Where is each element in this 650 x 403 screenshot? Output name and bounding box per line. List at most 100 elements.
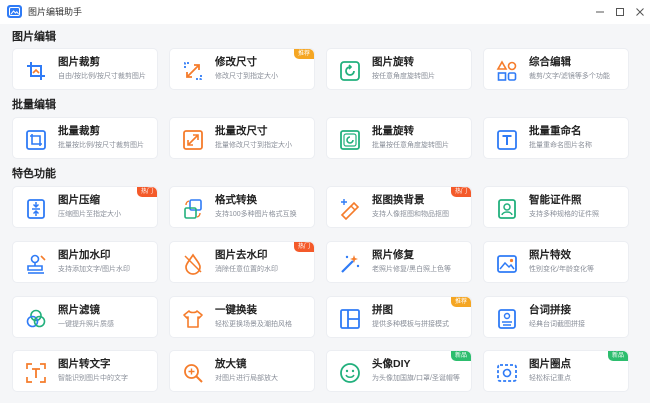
tool-card-description: 批量修改尺寸到指定大小: [215, 142, 292, 149]
tool-card-title: 照片特效: [529, 249, 571, 261]
tool-card[interactable]: 修改尺寸 修改尺寸到指定大小 推荐: [169, 48, 315, 90]
section-title-features: 特色功能: [12, 168, 56, 180]
tool-card-title: 图片加水印: [58, 249, 111, 261]
tool-card[interactable]: 图片去水印消除任意位置的水印 热门: [169, 241, 315, 283]
rename-icon: [496, 129, 518, 151]
stamp-icon: [25, 253, 47, 275]
tool-card-description: 一键提升照片质感: [58, 321, 114, 328]
tool-card-title: 批量裁剪: [58, 125, 100, 137]
tool-card-description: 经典台词截图拼接: [529, 321, 585, 328]
magic-wand-icon: [339, 253, 361, 275]
resize-icon: [182, 60, 204, 82]
tool-card-description: 支持人像抠图和物品抠图: [372, 211, 449, 218]
tool-card-description: 按任意角度旋转图片: [372, 73, 435, 80]
tool-card-title: 照片修复: [372, 249, 414, 261]
tool-card[interactable]: 一键换装轻松更换场景及潮拍风格: [169, 296, 315, 338]
shirt-icon: [182, 308, 204, 330]
convert-icon: [182, 198, 204, 220]
tool-card-badge: 推荐: [293, 49, 314, 59]
tool-card[interactable]: 照片修复老照片修复/黑白照上色等: [326, 241, 472, 283]
id-photo-icon: [496, 198, 518, 220]
tool-card-title: 头像DIY: [372, 358, 411, 370]
compress-icon: [25, 198, 47, 220]
close-button[interactable]: [632, 4, 648, 20]
tool-card-description: 轻松更换场景及潮拍风格: [215, 321, 292, 328]
collage-icon: [339, 308, 361, 330]
tool-card[interactable]: 格式转换 支持100多种图片格式互换: [169, 186, 315, 228]
cutout-icon: [339, 198, 361, 220]
tool-card-description: 对图片进行局部放大: [215, 375, 278, 382]
tool-card[interactable]: 图片裁剪 自由/按比例/按尺寸裁剪图片: [12, 48, 158, 90]
tool-card-title: 批量重命名: [529, 125, 582, 137]
tool-card[interactable]: 综合编辑裁剪/文字/滤镜等多个功能: [483, 48, 629, 90]
batch-rotate-icon: [339, 129, 361, 151]
tool-card-title: 一键换装: [215, 304, 257, 316]
tool-card[interactable]: 抠图换背景支持人像抠图和物品抠图 热门: [326, 186, 472, 228]
app-logo-icon: [7, 5, 22, 18]
tool-card-title: 抠图换背景: [372, 194, 425, 206]
tool-card-title: 台词拼接: [529, 304, 571, 316]
tool-card-title: 拼图: [372, 304, 393, 316]
batch-resize-icon: [182, 129, 204, 151]
tool-card[interactable]: 批量裁剪批量按比例/按尺寸裁剪图片: [12, 117, 158, 159]
tool-card-title: 图片去水印: [215, 249, 268, 261]
tool-card-badge: 热门: [136, 187, 157, 197]
tool-card-title: 智能证件照: [529, 194, 582, 206]
tool-card-title: 批量旋转: [372, 125, 414, 137]
tool-card-description: 修改尺寸到指定大小: [215, 73, 278, 80]
tool-card[interactable]: 照片滤镜一键提升照片质感: [12, 296, 158, 338]
tool-card-description: 消除任意位置的水印: [215, 266, 278, 273]
tool-card[interactable]: 图片旋转按任意角度旋转图片: [326, 48, 472, 90]
shapes-icon: [496, 60, 518, 82]
tool-card[interactable]: 智能证件照支持多种规格的证件照: [483, 186, 629, 228]
tool-card-description: 压缩图片至指定大小: [58, 211, 121, 218]
tool-card[interactable]: 头像DIY 为头像加国旗/口罩/圣诞帽等 新品: [326, 350, 472, 392]
tool-card-badge: 新品: [607, 351, 628, 361]
tool-card-description: 老照片修复/黑白照上色等: [372, 266, 451, 273]
tool-card[interactable]: 台词拼接经典台词截图拼接: [483, 296, 629, 338]
tool-card-title: 放大镜: [215, 358, 247, 370]
tool-card-description: 提供多种模板与拼接模式: [372, 321, 449, 328]
tool-card-badge: 推荐: [450, 297, 471, 307]
tool-card[interactable]: 图片加水印支持添加文字/图片水印: [12, 241, 158, 283]
tool-card[interactable]: 图片圈点轻松标记重点 新品: [483, 350, 629, 392]
section-title-image-edit: 图片编辑: [12, 31, 56, 43]
tool-card-title: 图片圈点: [529, 358, 571, 370]
tool-card-title: 图片旋转: [372, 56, 414, 68]
tool-card-description: 支持100多种图片格式互换: [215, 211, 297, 218]
tool-card[interactable]: 批量旋转批量按任意角度旋转图片: [326, 117, 472, 159]
crop-icon: [25, 60, 47, 82]
rotate-icon: [339, 60, 361, 82]
tool-card-description: 批量重命名图片名称: [529, 142, 592, 149]
ocr-icon: [25, 362, 47, 384]
tool-card[interactable]: 图片转文字 智能识别图片中的文字: [12, 350, 158, 392]
tool-card[interactable]: 批量重命名批量重命名图片名称: [483, 117, 629, 159]
tool-card-description: 轻松标记重点: [529, 375, 571, 382]
tool-card-description: 裁剪/文字/滤镜等多个功能: [529, 73, 610, 80]
batch-crop-icon: [25, 129, 47, 151]
tool-card[interactable]: 批量改尺寸批量修改尺寸到指定大小: [169, 117, 315, 159]
tool-card-description: 支持添加文字/图片水印: [58, 266, 130, 273]
tool-card-description: 支持多种规格的证件照: [529, 211, 599, 218]
tool-card[interactable]: 拼图提供多种模板与拼接模式 推荐: [326, 296, 472, 338]
tool-card[interactable]: 放大镜对图片进行局部放大: [169, 350, 315, 392]
window-title: 图片编辑助手: [28, 7, 83, 17]
tool-card-badge: 新品: [450, 351, 471, 361]
maximize-button[interactable]: [612, 4, 628, 20]
tool-card-badge: 热门: [293, 242, 314, 252]
tool-card-description: 批量按任意角度旋转图片: [372, 142, 449, 149]
tool-card-description: 批量按比例/按尺寸裁剪图片: [58, 142, 144, 149]
tool-card-title: 批量改尺寸: [215, 125, 268, 137]
drop-icon: [182, 253, 204, 275]
tool-card[interactable]: 照片特效性别变化/年龄变化等: [483, 241, 629, 283]
tool-card-title: 图片压缩: [58, 194, 100, 206]
minimize-button[interactable]: [592, 4, 608, 20]
tool-card-description: 性别变化/年龄变化等: [529, 266, 594, 273]
tool-card-title: 照片滤镜: [58, 304, 100, 316]
tool-card-title: 综合编辑: [529, 56, 571, 68]
tool-card[interactable]: 图片压缩压缩图片至指定大小 热门: [12, 186, 158, 228]
tool-card-description: 智能识别图片中的文字: [58, 375, 128, 382]
section-title-batch-edit: 批量编辑: [12, 99, 56, 111]
tool-card-badge: 热门: [450, 187, 471, 197]
title-bar: 图片编辑助手: [0, 0, 650, 24]
